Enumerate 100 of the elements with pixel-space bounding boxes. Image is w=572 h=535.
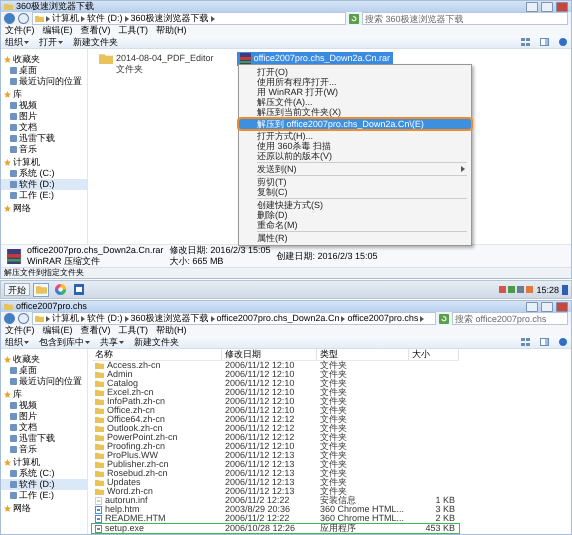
context-menu-item[interactable]: 使用所有程序打开...: [239, 77, 471, 87]
menu-item[interactable]: 文件(F): [5, 25, 34, 36]
toolbar-button[interactable]: 打开: [39, 36, 63, 48]
file-name-cell[interactable]: Office.zh-cn: [92, 406, 222, 415]
context-menu-item[interactable]: 剪切(T): [239, 177, 471, 187]
menu-item[interactable]: 工具(T): [118, 25, 148, 36]
navigation-item[interactable]: 桌面: [1, 365, 87, 376]
file-name-cell[interactable]: autorun.inf: [92, 496, 222, 505]
menu-item[interactable]: 文件(F): [5, 325, 34, 336]
toolbar-button[interactable]: 新建文件夹: [134, 336, 179, 348]
menu-item[interactable]: 查看(V): [80, 25, 110, 36]
navigation-item[interactable]: 库: [1, 389, 87, 400]
context-menu-item[interactable]: 发送到(N): [239, 164, 471, 174]
file-name-cell[interactable]: Office64.zh-cn: [92, 415, 222, 424]
column-header[interactable]: 类型: [317, 349, 409, 361]
toolbar-button[interactable]: 共享: [100, 336, 124, 348]
file-name-cell[interactable]: Proofing.zh-cn: [92, 442, 222, 451]
file-name-cell[interactable]: Catalog: [92, 379, 222, 388]
column-header[interactable]: 大小: [409, 349, 459, 361]
file-name-cell[interactable]: InfoPath.zh-cn: [92, 397, 222, 406]
navigation-item[interactable]: 软件 (D:): [1, 179, 87, 190]
column-header[interactable]: 修改日期: [222, 349, 317, 361]
navigation-item[interactable]: 桌面: [1, 65, 87, 76]
context-menu-item[interactable]: 使用 360杀毒 扫描: [239, 141, 471, 151]
context-menu-item[interactable]: 打开方式(H)...: [239, 131, 471, 141]
menu-item[interactable]: 帮助(H): [156, 325, 186, 336]
file-name-cell[interactable]: Publisher.zh-cn: [92, 460, 222, 469]
address-crumb[interactable]: office2007pro.chs_Down2a.Cn: [216, 313, 340, 324]
navigation-item[interactable]: 计算机: [1, 157, 87, 168]
navigation-item[interactable]: 最近访问的位置: [1, 76, 87, 87]
type-cell-text: 文件夹: [319, 442, 348, 451]
navigation-item[interactable]: 网络: [1, 503, 87, 514]
navigation-item[interactable]: 收藏夹: [1, 54, 87, 65]
toolbar-button[interactable]: 新建文件夹: [73, 36, 118, 48]
file-name-cell[interactable]: Outlook.zh-cn: [92, 424, 222, 433]
toolbar-button[interactable]: 组织: [5, 336, 29, 348]
menu-item[interactable]: 工具(T): [118, 325, 148, 336]
navigation-item[interactable]: 计算机: [1, 457, 87, 468]
navigation-item[interactable]: 文档: [1, 122, 87, 133]
file-name-cell[interactable]: Admin: [92, 370, 222, 379]
navigation-item[interactable]: 视频: [1, 400, 87, 411]
address-bar[interactable]: 计算机 软件 (D:) 360极速浏览器下载: [32, 12, 346, 25]
menu-item[interactable]: 编辑(E): [42, 325, 72, 336]
column-header[interactable]: 名称: [92, 349, 222, 361]
context-menu-item[interactable]: 删除(D): [239, 210, 471, 220]
navigation-item[interactable]: 软件 (D:): [1, 479, 87, 490]
file-name-cell[interactable]: PowerPoint.zh-cn: [92, 433, 222, 442]
context-menu-item[interactable]: 复制(C): [239, 187, 471, 197]
navigation-item[interactable]: 工作 (E:): [1, 190, 87, 201]
search-field[interactable]: 搜索 360极速浏览器下载: [362, 12, 568, 25]
address-crumb[interactable]: 软件 (D:): [87, 313, 122, 324]
menu-item[interactable]: 帮助(H): [156, 25, 186, 36]
navigation-item[interactable]: 系统 (C:): [1, 168, 87, 179]
navigation-item[interactable]: 工作 (E:): [1, 490, 87, 501]
context-menu-item[interactable]: 创建快捷方式(S): [239, 200, 471, 210]
menu-item[interactable]: 查看(V): [80, 325, 110, 336]
navigation-item[interactable]: 图片: [1, 111, 87, 122]
file-name-cell[interactable]: Rosebud.zh-cn: [92, 469, 222, 478]
type-cell-text: 文件夹: [319, 415, 348, 424]
navigation-item[interactable]: 迅雷下载: [1, 133, 87, 144]
file-name-cell[interactable]: Excel.zh-cn: [92, 388, 222, 397]
navigation-item[interactable]: 图片: [1, 411, 87, 422]
navigation-item[interactable]: 音乐: [1, 444, 87, 455]
address-crumb[interactable]: office2007pro.chs: [347, 313, 418, 324]
navigation-item[interactable]: 视频: [1, 100, 87, 111]
file-name-cell[interactable]: Updates: [92, 478, 222, 487]
context-menu-item[interactable]: 还原以前的版本(V): [239, 151, 471, 161]
file-name-cell[interactable]: help.htm: [92, 505, 222, 514]
search-field[interactable]: 搜索 office2007pro.chs: [452, 312, 568, 325]
file-name-cell[interactable]: Access.zh-cn: [92, 361, 222, 370]
navigation-item[interactable]: 收藏夹: [1, 354, 87, 365]
navigation-item[interactable]: 迅雷下载: [1, 433, 87, 444]
navigation-item[interactable]: 音乐: [1, 144, 87, 155]
file-name-cell[interactable]: README.HTM: [92, 514, 222, 523]
navigation-item[interactable]: 最近访问的位置: [1, 376, 87, 387]
address-crumb[interactable]: 软件 (D:): [87, 13, 122, 24]
file-tile[interactable]: 2014-08-04_PDF_Editor 文件夹: [96, 52, 217, 76]
address-bar[interactable]: 计算机 软件 (D:) 360极速浏览器下载 office2007pro.chs_Down2a.Cn office2007pro.chs: [32, 312, 436, 325]
navigation-item[interactable]: 网络: [1, 203, 87, 214]
address-crumb[interactable]: 360极速浏览器下载: [130, 313, 209, 324]
address-crumb[interactable]: 计算机: [52, 13, 79, 24]
navigation-item[interactable]: 系统 (C:): [1, 468, 87, 479]
file-name-cell[interactable]: setup.exe: [92, 524, 222, 533]
toolbar-button[interactable]: 组织: [5, 36, 29, 48]
start-button[interactable]: 开始: [4, 283, 30, 296]
address-crumb[interactable]: 计算机: [52, 313, 79, 324]
toolbar-button[interactable]: 包含到库中: [39, 336, 90, 348]
address-crumb[interactable]: 360极速浏览器下载: [130, 13, 209, 24]
context-menu-item[interactable]: 解压文件(A)...: [239, 97, 471, 107]
context-menu-item[interactable]: 打开(O): [239, 67, 471, 77]
navigation-item[interactable]: 库: [1, 89, 87, 100]
context-menu-item[interactable]: 属性(R): [239, 233, 471, 243]
file-name-cell[interactable]: Word.zh-cn: [92, 487, 222, 496]
context-menu-item[interactable]: 用 WinRAR 打开(W): [239, 87, 471, 97]
navigation-item[interactable]: 文档: [1, 422, 87, 433]
annotated-file-row[interactable]: setup.exe 2006/10/28 12:26 应用程序 453 KB: [92, 524, 459, 533]
context-menu-item[interactable]: 重命名(M): [239, 220, 471, 230]
file-name-cell[interactable]: ProPlus.WW: [92, 451, 222, 460]
menu-item[interactable]: 编辑(E): [42, 25, 72, 36]
context-menu-item[interactable]: 解压到当前文件夹(X): [239, 107, 471, 117]
